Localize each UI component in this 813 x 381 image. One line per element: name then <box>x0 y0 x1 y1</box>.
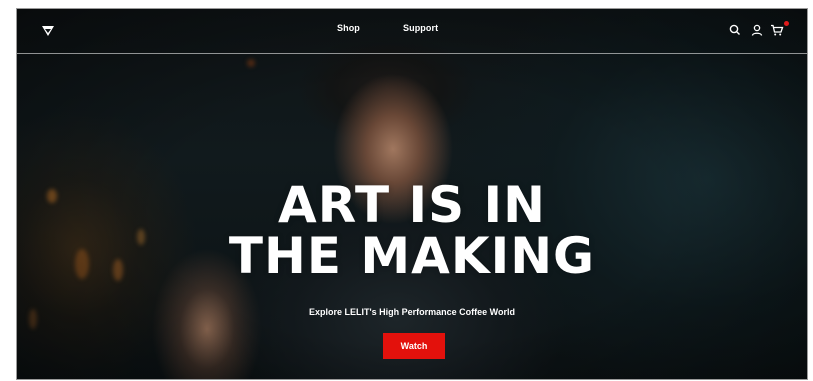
lelit-logo-icon[interactable] <box>41 24 55 38</box>
cart-icon[interactable] <box>770 23 784 37</box>
watch-button[interactable]: Watch <box>383 333 445 359</box>
hero-subtitle: Explore LELIT's High Performance Coffee … <box>308 307 515 317</box>
search-icon[interactable] <box>728 23 742 37</box>
nav-support-link[interactable]: Support <box>403 23 438 33</box>
site-header: Shop Support <box>17 9 807 54</box>
browser-viewport: Shop Support ART IS IN THE MAKING Explor… <box>16 8 808 380</box>
hero-headline-line-2: THE MAKING <box>228 227 596 285</box>
user-icon[interactable] <box>750 23 764 37</box>
nav-shop-link[interactable]: Shop <box>337 23 360 33</box>
cart-badge <box>784 21 789 26</box>
hero-headline-line-1: ART IS IN <box>278 176 546 234</box>
